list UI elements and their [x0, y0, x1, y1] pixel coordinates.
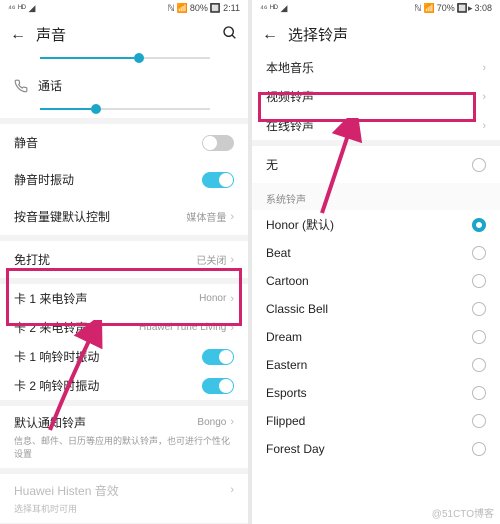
dnd-row[interactable]: 免打扰 已关闭 › — [0, 241, 248, 278]
page-title: 声音 — [36, 24, 212, 45]
battery-text: 80% — [190, 3, 208, 13]
vibrate-mute-row[interactable]: 静音时振动 — [0, 161, 248, 198]
call-label: 通话 — [38, 77, 234, 94]
screen-select-ringtone: ⁴⁶ ᴴᴰ ◢ ℕ 📶 70% 🔲▸ 3:08 ← 选择铃声 本地音乐 › 视频… — [252, 0, 500, 524]
nfc-icon: ℕ — [167, 3, 174, 14]
radio-flipped[interactable] — [472, 414, 486, 428]
header: ← 声音 — [0, 16, 248, 53]
radio-cartoon[interactable] — [472, 274, 486, 288]
chevron-right-icon: › — [482, 62, 486, 74]
chevron-right-icon: › — [230, 484, 234, 496]
ringtone-classic[interactable]: Classic Bell — [252, 295, 500, 323]
radio-classic[interactable] — [472, 302, 486, 316]
radio-honor[interactable] — [472, 218, 486, 232]
chevron-right-icon: › — [230, 254, 234, 266]
clock: 3:08 — [474, 3, 492, 13]
radio-none[interactable] — [472, 158, 486, 172]
chevron-right-icon: › — [482, 91, 486, 103]
video-ringtone-row[interactable]: 视频铃声 › — [252, 82, 500, 111]
status-bar: ⁴⁶ ᴴᴰ ◢ ℕ 📶 70% 🔲▸ 3:08 — [252, 0, 500, 16]
sim2-vib-toggle[interactable] — [202, 378, 234, 394]
chevron-right-icon: › — [230, 293, 234, 305]
histen-sub: 选择耳机时可用 — [0, 502, 248, 523]
page-title: 选择铃声 — [288, 24, 490, 45]
notif-ringtone-row[interactable]: 默认通知铃声 Bongo › — [0, 406, 248, 434]
search-icon[interactable] — [222, 25, 238, 45]
screen-sound-settings: ⁴⁶ ᴴᴰ ◢ ℕ 📶 80% 🔲 2:11 ← 声音 通话 — [0, 0, 248, 524]
local-music-row[interactable]: 本地音乐 › — [252, 53, 500, 82]
radio-beat[interactable] — [472, 246, 486, 260]
sim2-vibrate-row[interactable]: 卡 2 响铃时振动 — [0, 371, 248, 400]
header: ← 选择铃声 — [252, 16, 500, 53]
call-volume-row: 通话 — [0, 67, 248, 104]
notif-sub: 信息、邮件、日历等应用的默认铃声，也可进行个性化设置 — [0, 434, 248, 468]
ringtone-beat[interactable]: Beat — [252, 239, 500, 267]
sim2-ringtone-row[interactable]: 卡 2 来电铃声 Huawei Tune Living › — [0, 313, 248, 342]
chevron-right-icon: › — [230, 322, 234, 334]
ringtone-flipped[interactable]: Flipped — [252, 407, 500, 435]
back-icon[interactable]: ← — [262, 26, 278, 44]
ringtone-cartoon[interactable]: Cartoon — [252, 267, 500, 295]
radio-dream[interactable] — [472, 330, 486, 344]
call-slider-row[interactable] — [0, 104, 248, 118]
media-slider-row[interactable] — [0, 53, 248, 67]
radio-forest[interactable] — [472, 442, 486, 456]
signal-icon: ⁴⁶ ᴴᴰ ◢ — [8, 3, 35, 14]
sim1-vib-toggle[interactable] — [202, 349, 234, 365]
sim1-ringtone-row[interactable]: 卡 1 来电铃声 Honor › — [0, 284, 248, 313]
ringtone-honor[interactable]: Honor (默认) — [252, 210, 500, 239]
online-ringtone-row[interactable]: 在线铃声 › — [252, 111, 500, 140]
histen-row: Huawei Histen 音效 › — [0, 474, 248, 502]
mute-row[interactable]: 静音 — [0, 124, 248, 161]
sim1-vibrate-row[interactable]: 卡 1 响铃时振动 — [0, 342, 248, 371]
phone-icon — [14, 79, 28, 93]
signal-icon: ⁴⁶ ᴴᴰ ◢ — [260, 3, 287, 14]
volkey-row[interactable]: 按音量键默认控制 媒体音量 › — [0, 198, 248, 235]
back-icon[interactable]: ← — [10, 26, 26, 44]
none-row[interactable]: 无 — [252, 146, 500, 183]
radio-eastern[interactable] — [472, 358, 486, 372]
ringtone-forest[interactable]: Forest Day — [252, 435, 500, 463]
battery-text: 70% — [437, 3, 455, 13]
ringtone-esports[interactable]: Esports — [252, 379, 500, 407]
watermark: @51CTO博客 — [432, 505, 494, 520]
ringtone-eastern[interactable]: Eastern — [252, 351, 500, 379]
chevron-right-icon: › — [482, 120, 486, 132]
nfc-icon: ℕ — [414, 3, 421, 14]
system-section: 系统铃声 — [252, 183, 500, 210]
chevron-right-icon: › — [230, 416, 234, 428]
clock: 2:11 — [223, 3, 240, 13]
radio-esports[interactable] — [472, 386, 486, 400]
status-bar: ⁴⁶ ᴴᴰ ◢ ℕ 📶 80% 🔲 2:11 — [0, 0, 248, 16]
vibrate-mute-toggle[interactable] — [202, 172, 234, 188]
ringtone-dream[interactable]: Dream — [252, 323, 500, 351]
mute-toggle[interactable] — [202, 135, 234, 151]
chevron-right-icon: › — [230, 211, 234, 223]
